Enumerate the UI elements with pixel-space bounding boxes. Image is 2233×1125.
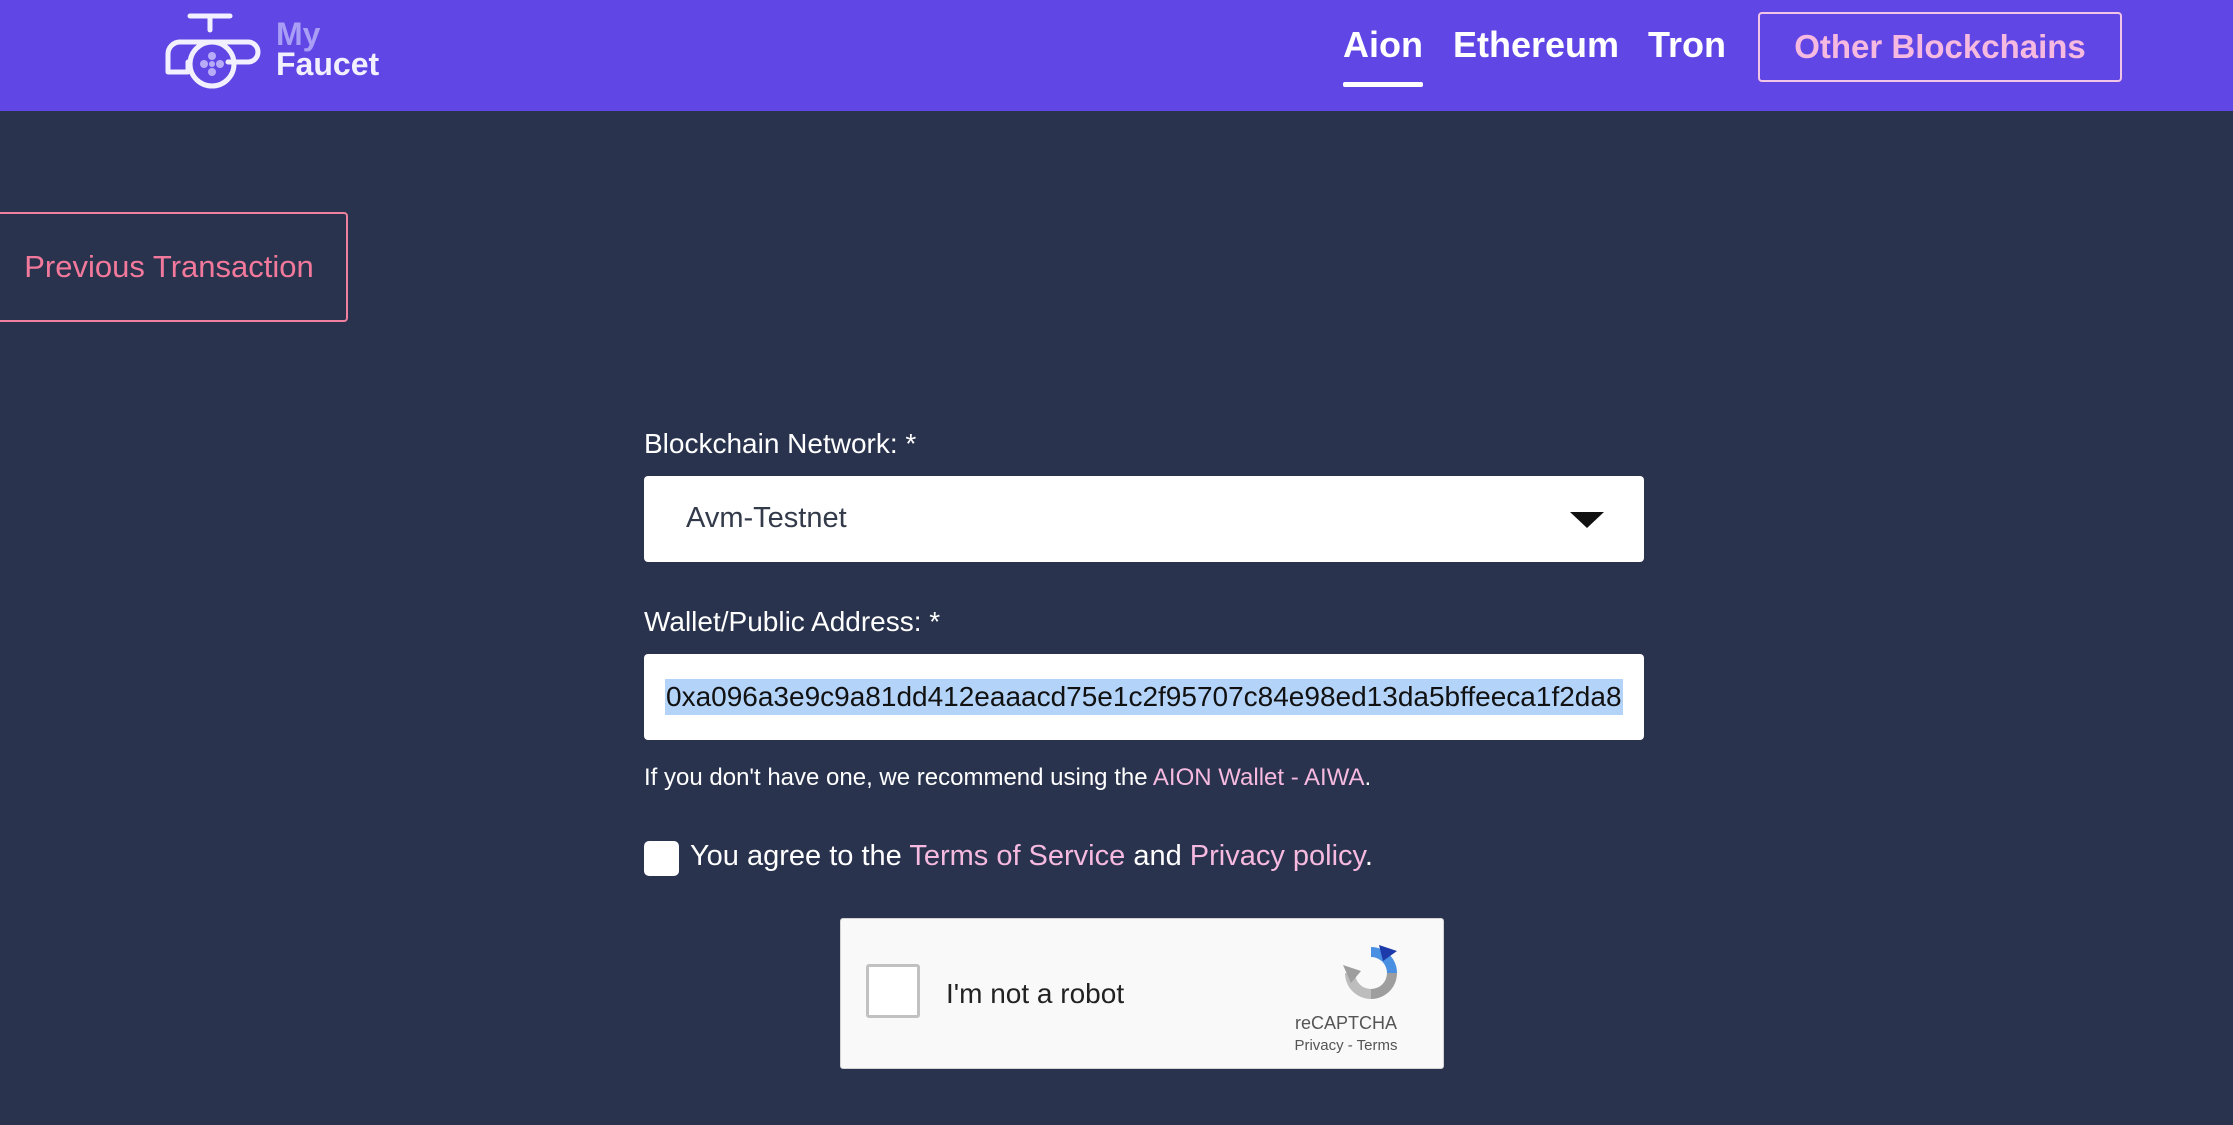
top-navbar: My Faucet Aion Ethereum Tron Other Block… — [0, 0, 2233, 111]
previous-transaction-button[interactable]: Previous Transaction — [0, 212, 348, 322]
recaptcha-checkbox[interactable] — [866, 964, 920, 1018]
wallet-label: Wallet/Public Address: * — [644, 606, 941, 637]
wallet-address-input[interactable]: 0xa096a3e9c9a81dd412eaaacd75e1c2f95707c8… — [644, 654, 1644, 740]
privacy-policy-link[interactable]: Privacy policy — [1190, 840, 1365, 872]
terms-of-service-link[interactable]: Terms of Service — [909, 840, 1125, 872]
aiwa-wallet-link[interactable]: AION Wallet - AIWA — [1153, 764, 1365, 791]
network-label: Blockchain Network: * — [644, 428, 917, 459]
faucet-icon — [165, 13, 261, 89]
recaptcha-brand: reCAPTCHA — [1294, 1013, 1397, 1033]
wallet-hint-text: If you don't have one, we recommend usin… — [644, 764, 1153, 791]
wallet-hint-suffix: . — [1364, 764, 1372, 791]
logo-text-faucet: Faucet — [276, 46, 380, 82]
nav-tron[interactable]: Tron — [1648, 24, 1726, 66]
recaptcha-privacy-terms[interactable]: Privacy - Terms — [1261, 1037, 1431, 1054]
network-select[interactable]: Avm-Testnet — [644, 476, 1644, 562]
chevron-down-icon — [1570, 512, 1604, 528]
site-logo[interactable]: My Faucet — [160, 6, 400, 92]
agree-terms-checkbox[interactable] — [644, 841, 679, 876]
nav-ethereum[interactable]: Ethereum — [1453, 24, 1619, 66]
wallet-address-value: 0xa096a3e9c9a81dd412eaaacd75e1c2f95707c8… — [665, 679, 1623, 715]
wallet-hint: If you don't have one, we recommend usin… — [644, 764, 1371, 792]
other-blockchains-button[interactable]: Other Blockchains — [1758, 12, 2122, 82]
agree-terms-text: You agree to the Terms of Service and Pr… — [690, 840, 1373, 873]
nav-aion[interactable]: Aion — [1343, 24, 1423, 87]
recaptcha-widget: I'm not a robot reCAPTCHA Privacy - Term… — [840, 918, 1444, 1069]
agree-prefix: You agree to the — [690, 840, 910, 872]
recaptcha-icon — [1343, 945, 1397, 999]
agree-suffix: . — [1364, 840, 1373, 872]
recaptcha-label: I'm not a robot — [946, 978, 1125, 1009]
network-select-value: Avm-Testnet — [686, 502, 847, 534]
agree-and: and — [1125, 840, 1190, 872]
